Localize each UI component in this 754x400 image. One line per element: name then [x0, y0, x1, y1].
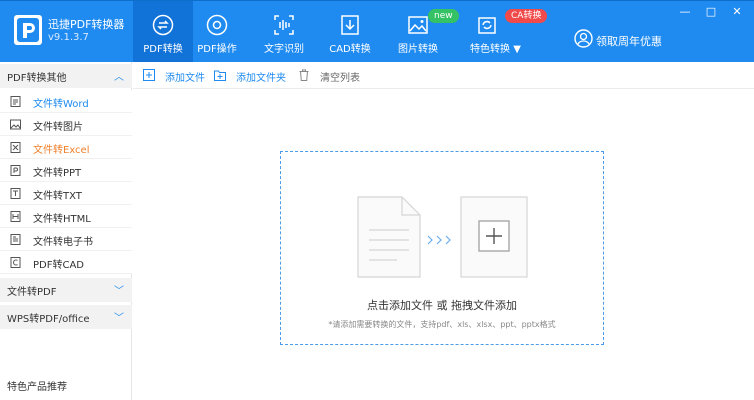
tab-pdf-convert[interactable]: PDF转换 [133, 1, 193, 63]
word-doc-icon [10, 96, 21, 107]
add-folder-icon [214, 70, 226, 81]
image-convert-icon [408, 16, 428, 34]
chevron-down-icon: ﹀ [114, 286, 124, 297]
ppt-doc-icon [10, 165, 21, 176]
sidebar-item-label: 文件转电子书 [33, 237, 93, 248]
sidebar-item-label: 文件转TXT [33, 191, 82, 202]
promo-label: 领取周年优惠 [596, 35, 662, 48]
dropzone-title: 点击添加文件 或 拖拽文件添加 [367, 299, 517, 312]
close-button[interactable]: ✕ [730, 5, 744, 19]
image-icon [10, 119, 21, 130]
tab-label: PDF转换 [143, 44, 183, 55]
file-dropzone[interactable]: 点击添加文件 或 拖拽文件添加 *请添加需要转换的文件，支持pdf、xls、xl… [280, 151, 604, 345]
sidebar-item-label: 文件转HTML [33, 214, 91, 225]
group-label: WPS转PDF/office [7, 314, 90, 325]
app-logo-icon [14, 15, 42, 45]
tab-label: 文字识别 [264, 44, 304, 55]
group-label: 文件转PDF [7, 287, 57, 298]
convert-arrows-icon [152, 14, 174, 36]
sidebar-item-excel[interactable]: 文件转Excel [0, 136, 132, 159]
sidebar-item-label: 文件转Word [33, 99, 89, 110]
user-avatar-icon [574, 29, 593, 48]
pdf-operation-icon [206, 14, 228, 36]
clear-list-label: 清空列表 [320, 73, 360, 84]
dropzone-hint: *请添加需要转换的文件，支持pdf、xls、xlsx、ppt、pptx格式 [328, 320, 556, 329]
special-convert-icon [478, 17, 496, 34]
add-file-illustration-icon [357, 196, 528, 278]
file-list-area: 点击添加文件 或 拖拽文件添加 *请添加需要转换的文件，支持pdf、xls、xl… [133, 90, 754, 400]
tab-pdf-operation[interactable]: PDF操作 [195, 1, 239, 63]
ca-badge: CA转换 [505, 9, 548, 23]
excel-doc-icon [10, 142, 21, 153]
html-doc-icon [10, 211, 21, 222]
sidebar-group-wps[interactable]: WPS转PDF/office ﹀ [0, 305, 132, 329]
app-name: 迅捷PDF转换器 [48, 18, 125, 31]
tab-cad-convert[interactable]: CAD转换 [327, 1, 373, 63]
clear-list-button[interactable]: 清空列表 [298, 68, 368, 84]
add-folder-label: 添加文件夹 [236, 73, 286, 84]
sidebar: PDF转换其他 ︿ 文件转Word 文件转图片 文件转Excel 文件转PPT … [0, 62, 132, 400]
add-file-icon [143, 69, 155, 81]
tab-label: PDF操作 [197, 44, 237, 55]
sidebar-item-cad[interactable]: PDF转CAD [0, 251, 132, 274]
add-folder-button[interactable]: 添加文件夹 [214, 68, 294, 84]
sidebar-group-file-to-pdf[interactable]: 文件转PDF ﹀ [0, 278, 132, 302]
sidebar-item-label: PDF转CAD [33, 260, 85, 271]
sidebar-item-word[interactable]: 文件转Word [0, 90, 132, 113]
minimize-button[interactable]: — [678, 5, 692, 19]
text-recognition-icon [274, 15, 294, 35]
new-badge: new [428, 9, 459, 23]
restore-button[interactable]: □ [704, 5, 718, 19]
title-bar: 迅捷PDF转换器 v9.1.3.7 PDF转换 PDF操作 文字识别 CAD转换 [0, 0, 754, 63]
sidebar-item-html[interactable]: 文件转HTML [0, 205, 132, 228]
sidebar-item-label: 文件转图片 [33, 122, 83, 133]
add-file-button[interactable]: 添加文件 [143, 68, 213, 84]
txt-doc-icon [10, 188, 21, 199]
app-version: v9.1.3.7 [48, 32, 89, 43]
add-file-label: 添加文件 [165, 73, 205, 84]
ebook-icon [10, 234, 21, 245]
tab-text-recognition[interactable]: 文字识别 [260, 1, 308, 63]
chevron-up-icon: ︿ [114, 72, 124, 83]
tab-label: 图片转换 [398, 44, 438, 55]
sidebar-group-pdf-other[interactable]: PDF转换其他 ︿ [0, 64, 132, 88]
tab-label: CAD转换 [329, 44, 371, 55]
chevron-down-icon: ▼ [513, 44, 521, 55]
sidebar-item-label: 文件转Excel [33, 145, 90, 156]
cad-convert-icon [341, 15, 359, 35]
group-label: PDF转换其他 [7, 73, 67, 84]
sidebar-item-txt[interactable]: 文件转TXT [0, 182, 132, 205]
cad-doc-icon [10, 257, 21, 268]
sidebar-item-ppt[interactable]: 文件转PPT [0, 159, 132, 182]
toolbar: 添加文件 添加文件夹 清空列表 [133, 62, 754, 89]
featured-products-label: 特色产品推荐 [7, 382, 67, 393]
sidebar-item-ebook[interactable]: 文件转电子书 [0, 228, 132, 251]
trash-icon [299, 69, 309, 81]
tab-label-wrap: 特色转换 ▼ [464, 40, 522, 55]
chevron-down-icon: ﹀ [114, 313, 124, 324]
tab-label: 特色转换 [470, 44, 510, 55]
sidebar-item-label: 文件转PPT [33, 168, 82, 179]
sidebar-item-image[interactable]: 文件转图片 [0, 113, 132, 136]
